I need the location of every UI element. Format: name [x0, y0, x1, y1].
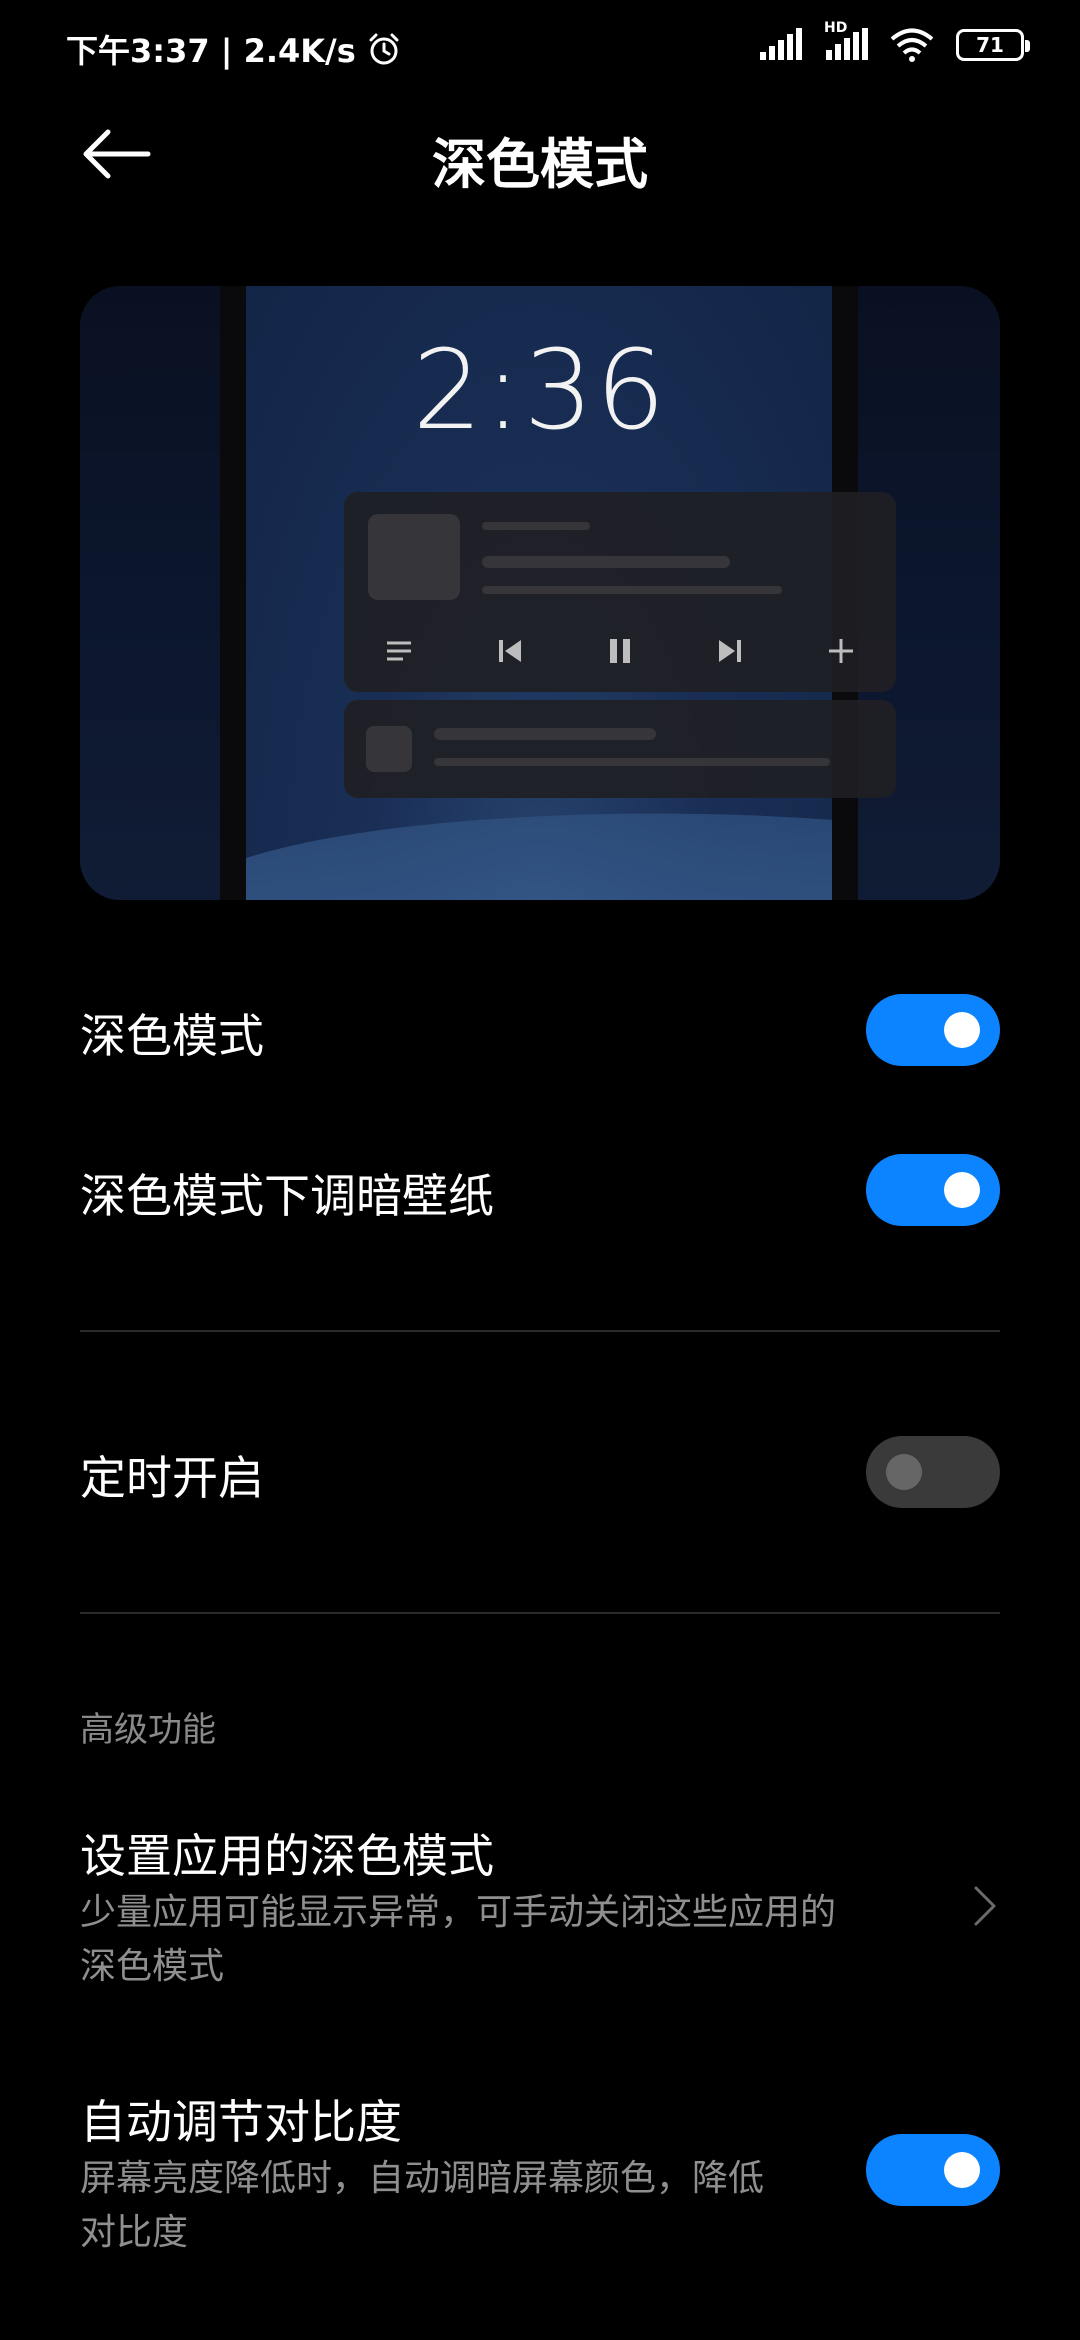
setting-schedule[interactable]: 定时开启 [80, 1432, 1000, 1512]
schedule-label: 定时开启 [80, 1451, 264, 1505]
text-placeholder [434, 758, 830, 766]
pause-icon [600, 631, 640, 671]
setting-dark-mode[interactable]: 深色模式 [80, 990, 1000, 1070]
auto-contrast-desc-line1: 屏幕亮度降低时，自动调暗屏幕颜色，降低 [80, 2158, 765, 2199]
media-notification [344, 492, 896, 692]
dark-mode-label: 深色模式 [80, 1009, 264, 1063]
signal-hd-icon: HD [824, 20, 868, 62]
app-dark-mode-title: 设置应用的深色模式 [80, 1829, 494, 1883]
setting-app-dark-mode[interactable]: 设置应用的深色模式 少量应用可能显示异常，可手动关闭这些应用的 深色模式 [80, 1820, 1000, 2000]
auto-contrast-toggle[interactable] [866, 2134, 1000, 2206]
dim-wallpaper-label: 深色模式下调暗壁纸 [80, 1169, 494, 1223]
preview-clock: 2:36 [412, 326, 668, 454]
dim-wallpaper-toggle[interactable] [866, 1154, 1000, 1226]
media-controls [344, 620, 896, 682]
text-placeholder [482, 586, 782, 594]
alarm-icon [369, 33, 399, 65]
schedule-toggle[interactable] [866, 1436, 1000, 1508]
status-left: 下午3:37 | 2.4K/s [66, 26, 402, 72]
status-time-speed: 下午3:37 | 2.4K/s [66, 32, 356, 70]
previous-icon [490, 631, 530, 671]
plus-icon [821, 631, 861, 671]
page-title: 深色模式 [432, 133, 648, 196]
dark-mode-preview: 2:36 [80, 286, 1000, 900]
signal-icon [760, 28, 802, 60]
app-dark-mode-desc-line2: 深色模式 [80, 1946, 225, 1987]
status-right: HD 71 [758, 20, 1030, 62]
wifi-icon [890, 28, 934, 62]
dark-mode-toggle[interactable] [866, 994, 1000, 1066]
battery-level: 71 [976, 33, 1004, 57]
toggle-knob [886, 1454, 922, 1490]
app-dark-mode-desc-line1: 少量应用可能显示异常，可手动关闭这些应用的 [80, 1892, 837, 1933]
text-placeholder [434, 728, 656, 740]
auto-contrast-title: 自动调节对比度 [80, 2095, 402, 2149]
battery-icon: 71 [956, 29, 1030, 61]
section-title-advanced: 高级功能 [80, 1710, 216, 1750]
text-placeholder [482, 522, 590, 530]
setting-auto-contrast[interactable]: 自动调节对比度 屏幕亮度降低时，自动调暗屏幕颜色，降低 对比度 [80, 2086, 1000, 2266]
toggle-knob [944, 2152, 980, 2188]
album-art-placeholder [368, 514, 460, 600]
app-icon-placeholder [366, 726, 412, 772]
toggle-knob [944, 1012, 980, 1048]
text-placeholder [482, 556, 730, 568]
divider [80, 1612, 1000, 1614]
divider [80, 1330, 1000, 1332]
next-icon [710, 631, 750, 671]
app-header: 深色模式 [0, 110, 1080, 200]
toggle-knob [944, 1172, 980, 1208]
notification-card [344, 700, 896, 798]
playlist-icon [379, 631, 419, 671]
setting-dim-wallpaper[interactable]: 深色模式下调暗壁纸 [80, 1150, 1000, 1230]
chevron-right-icon [974, 1886, 996, 1926]
auto-contrast-desc-line2: 对比度 [80, 2212, 189, 2253]
status-bar: 下午3:37 | 2.4K/s HD 71 [0, 0, 1080, 96]
